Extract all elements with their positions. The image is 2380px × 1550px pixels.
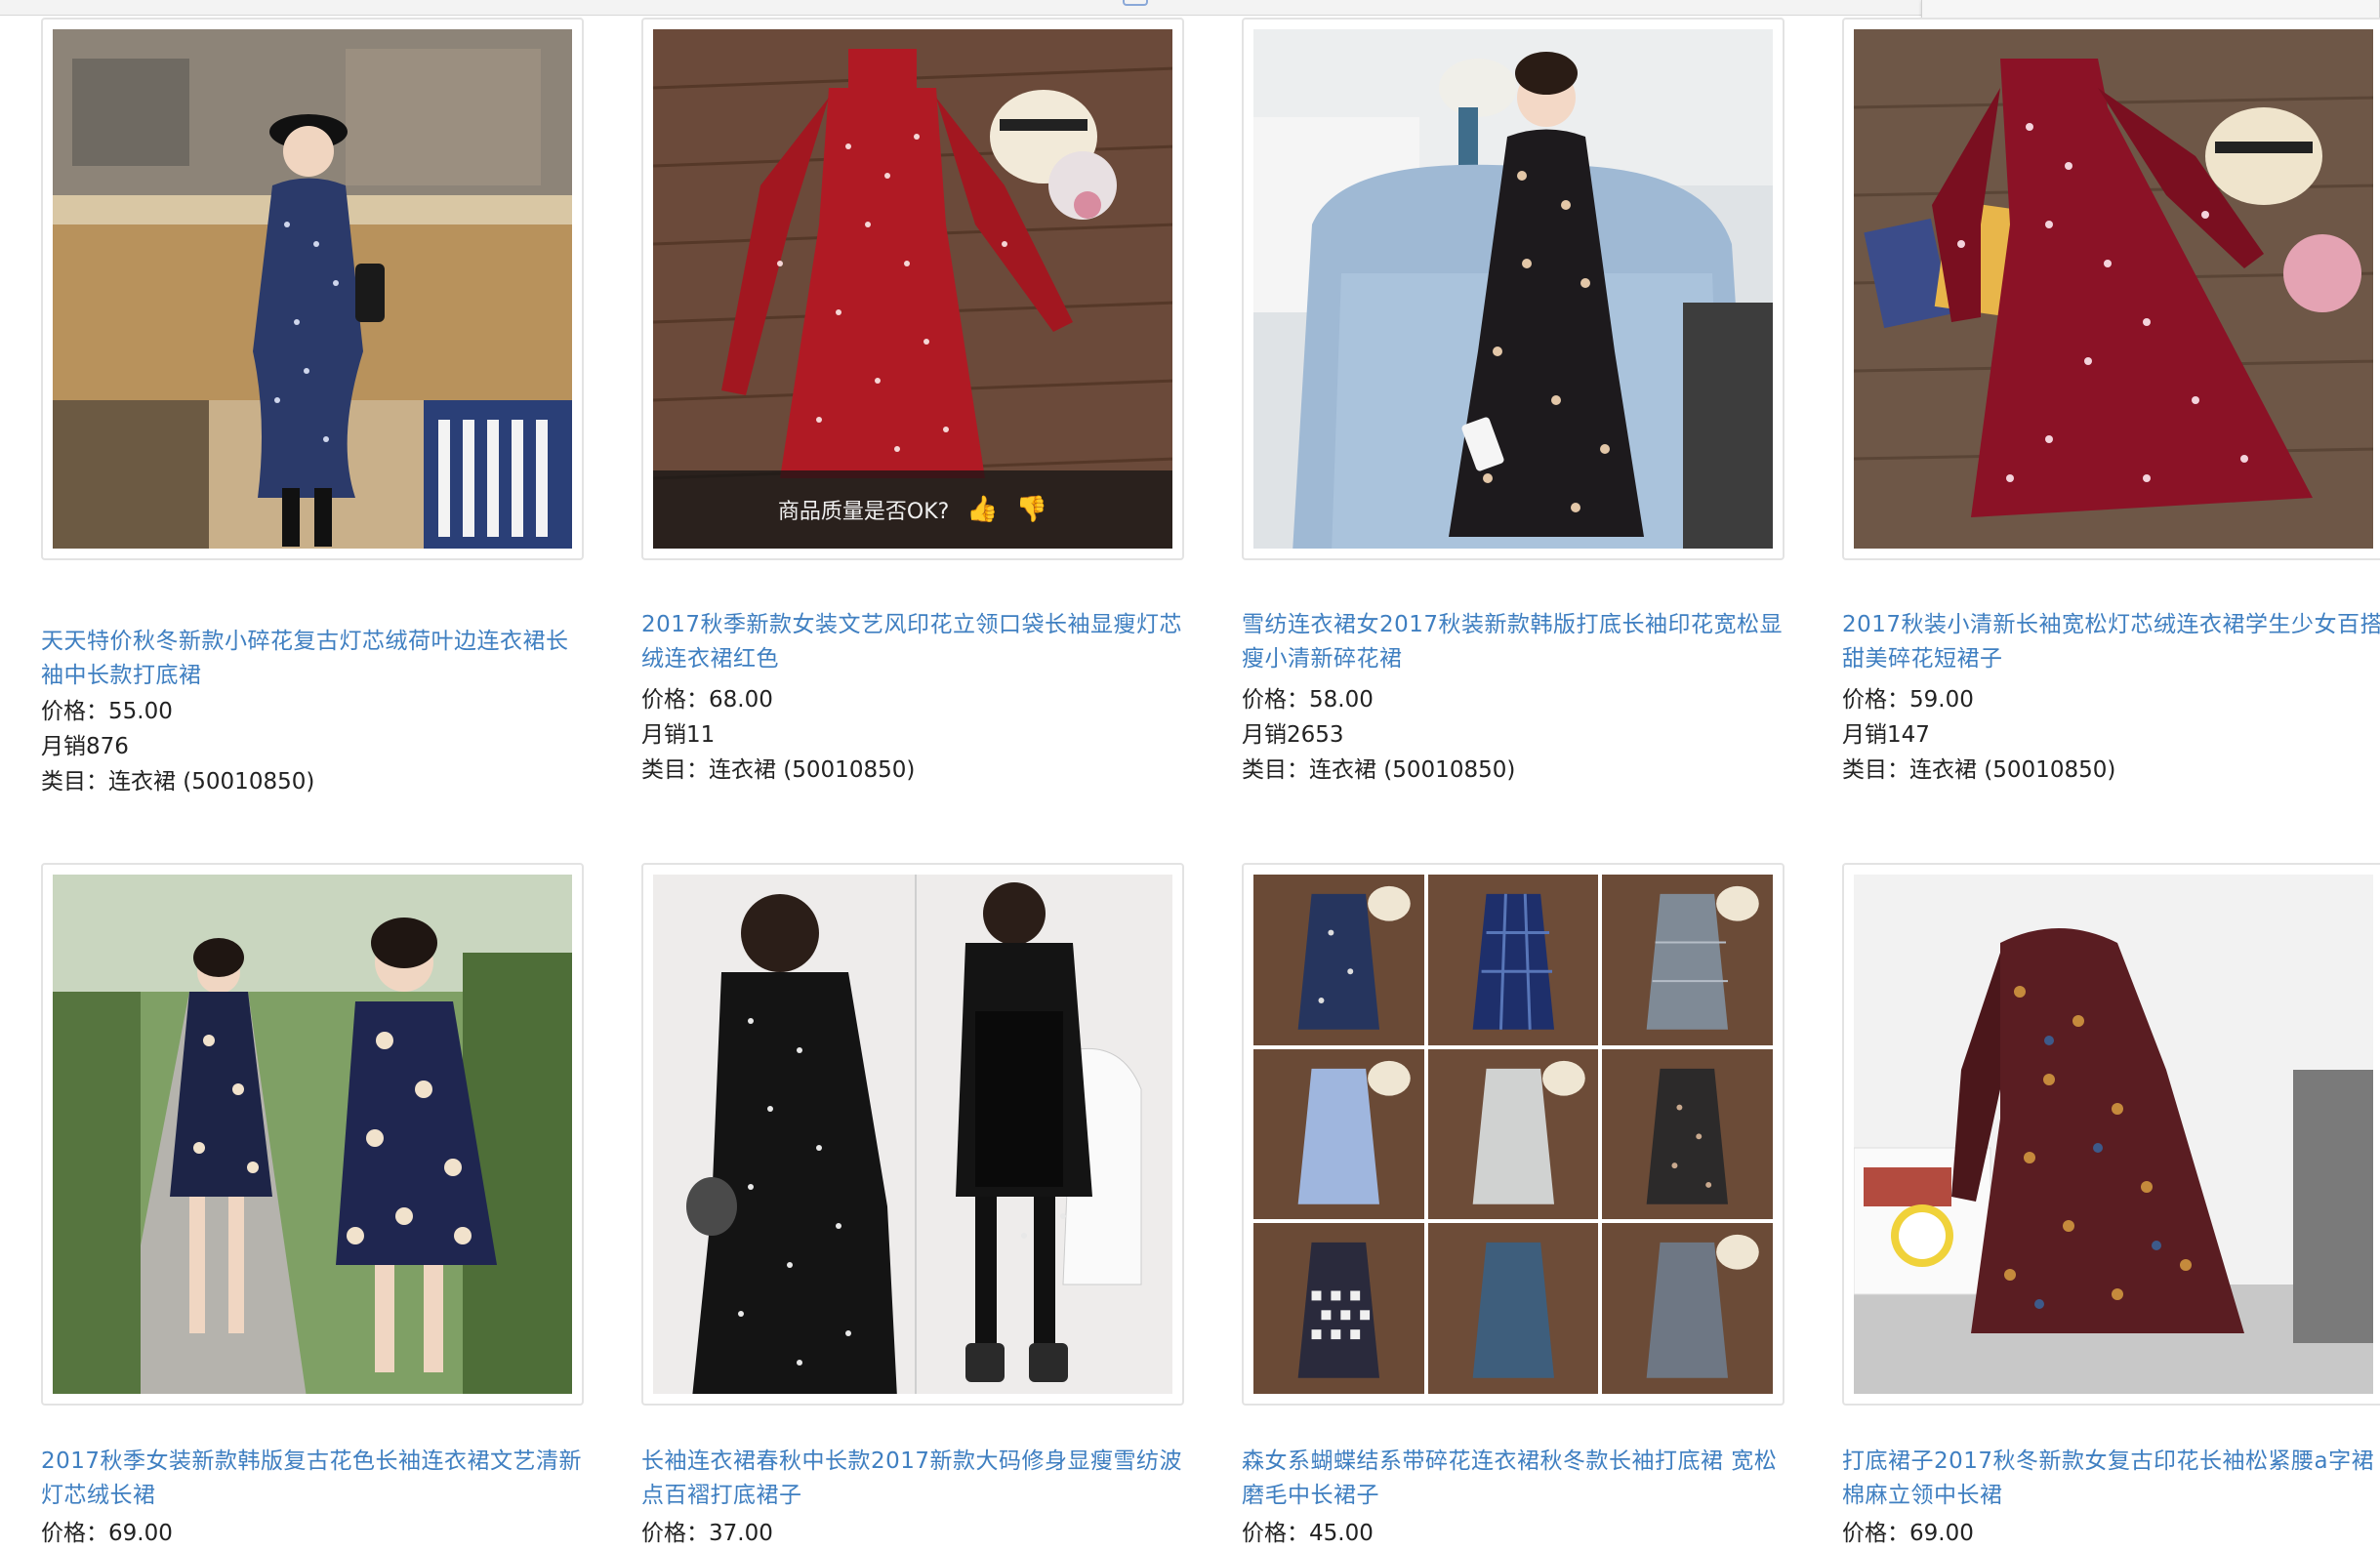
product-image-frame[interactable]	[1842, 18, 2380, 560]
product-photo[interactable]	[1854, 875, 2373, 1394]
product-image-frame[interactable]	[1242, 18, 1785, 560]
product-title-link[interactable]: 长袖连衣裙春秋中长款2017新款大码修身显瘦雪纺波点百褶打底裙子	[641, 1445, 1188, 1513]
product-price: 价格：68.00	[641, 687, 773, 713]
product-grid: 天天特价秋冬新款小碎花复古灯芯绒荷叶边连衣裙长袖中长款打底裙 价格：55.00 …	[0, 0, 2380, 1550]
product-photo[interactable]: 商品质量是否OK? 👍 👎	[653, 29, 1172, 549]
product-card: 雪纺连衣裙女2017秋装新款韩版打底长袖印花宽松显瘦小清新碎花裙 价格：58.0…	[1242, 18, 1808, 818]
product-category: 类目：连衣裙 (50010850)	[641, 757, 916, 783]
product-title-link[interactable]: 打底裙子2017秋冬新款女复古印花长袖松紧腰a字裙棉麻立领中长裙	[1842, 1445, 2380, 1513]
product-price: 价格：69.00	[1842, 1521, 1974, 1546]
product-price: 价格：69.00	[41, 1521, 173, 1546]
product-image-frame[interactable]	[641, 863, 1184, 1406]
product-photo[interactable]	[53, 875, 572, 1394]
quality-feedback-text: 商品质量是否OK?	[777, 500, 950, 524]
product-image-frame[interactable]: 商品质量是否OK? 👍 👎	[641, 18, 1184, 560]
monthly-sales: 月销876	[41, 734, 129, 759]
product-category: 类目：连衣裙 (50010850)	[1242, 757, 1516, 783]
product-category: 类目：连衣裙 (50010850)	[1842, 757, 2116, 783]
product-price: 价格：55.00	[41, 699, 173, 724]
product-image-frame[interactable]	[41, 863, 584, 1406]
product-photo[interactable]	[53, 29, 572, 549]
monthly-sales: 月销2653	[1242, 722, 1344, 748]
product-image-frame[interactable]	[1842, 863, 2380, 1406]
product-card: 天天特价秋冬新款小碎花复古灯芯绒荷叶边连衣裙长袖中长款打底裙 价格：55.00 …	[41, 18, 607, 818]
product-price: 价格：59.00	[1842, 687, 1974, 713]
product-category: 类目：连衣裙 (50010850)	[41, 769, 315, 795]
product-title-link[interactable]: 2017秋季女装新款韩版复古花色长袖连衣裙文艺清新灯芯绒长裙	[41, 1445, 588, 1513]
monthly-sales: 月销147	[1842, 722, 1930, 748]
quality-feedback-bar: 商品质量是否OK? 👍 👎	[653, 470, 1172, 549]
monthly-sales: 月销11	[641, 722, 716, 748]
product-photo[interactable]	[653, 875, 1172, 1394]
product-image-frame[interactable]	[1242, 863, 1785, 1406]
product-price: 价格：58.00	[1242, 687, 1374, 713]
product-photo[interactable]	[1854, 29, 2373, 549]
product-image-frame[interactable]	[41, 18, 584, 560]
product-title-link[interactable]: 森女系蝴蝶结系带碎花连衣裙秋冬款长袖打底裙 宽松磨毛中长裙子	[1242, 1445, 1788, 1513]
product-card: 商品质量是否OK? 👍 👎 2017秋季新款女装文艺风印花立领口袋长袖显瘦灯芯绒…	[641, 18, 1208, 818]
product-title-link[interactable]: 2017秋装小清新长袖宽松灯芯绒连衣裙学生少女百搭甜美碎花短裙子	[1842, 608, 2380, 676]
thumbs-down-icon[interactable]: 👎	[1016, 495, 1047, 524]
product-price: 价格：37.00	[641, 1521, 773, 1546]
product-price: 价格：45.00	[1242, 1521, 1374, 1546]
product-title-link[interactable]: 雪纺连衣裙女2017秋装新款韩版打底长袖印花宽松显瘦小清新碎花裙	[1242, 608, 1788, 676]
product-card: 森女系蝴蝶结系带碎花连衣裙秋冬款长袖打底裙 宽松磨毛中长裙子 价格：45.00	[1242, 863, 1808, 1550]
product-title-link[interactable]: 天天特价秋冬新款小碎花复古灯芯绒荷叶边连衣裙长袖中长款打底裙	[41, 625, 588, 693]
product-card: 2017秋装小清新长袖宽松灯芯绒连衣裙学生少女百搭甜美碎花短裙子 价格：59.0…	[1842, 18, 2380, 818]
thumbs-up-icon[interactable]: 👍	[966, 495, 998, 524]
product-title-link[interactable]: 2017秋季新款女装文艺风印花立领口袋长袖显瘦灯芯绒连衣裙红色	[641, 608, 1188, 676]
product-card: 打底裙子2017秋冬新款女复古印花长袖松紧腰a字裙棉麻立领中长裙 价格：69.0…	[1842, 863, 2380, 1550]
product-card: 2017秋季女装新款韩版复古花色长袖连衣裙文艺清新灯芯绒长裙 价格：69.00	[41, 863, 607, 1550]
product-photo[interactable]	[1253, 29, 1773, 549]
product-card: 长袖连衣裙春秋中长款2017新款大码修身显瘦雪纺波点百褶打底裙子 价格：37.0…	[641, 863, 1208, 1550]
product-photo[interactable]	[1253, 875, 1773, 1394]
dress-variants-collage	[1253, 875, 1773, 1394]
